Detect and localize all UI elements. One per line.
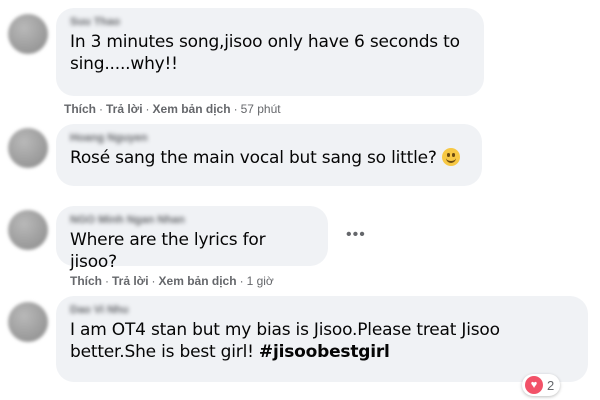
more-options-icon[interactable]: ••• bbox=[346, 226, 366, 244]
comment-text-line: I am OT4 stan but my bias is Jisoo.Pleas… bbox=[70, 320, 500, 340]
avatar[interactable] bbox=[8, 128, 48, 168]
timestamp[interactable]: 57 phút bbox=[241, 102, 281, 116]
comment-actions: Thích · Trả lời · Xem bản dịch · 1 giờ bbox=[70, 274, 274, 288]
reaction-summary[interactable]: ♥ 2 bbox=[522, 374, 561, 396]
like-button[interactable]: Thích bbox=[64, 102, 96, 116]
comment-bubble: Dao Vi Nhu I am OT4 stan but my bias is … bbox=[56, 296, 588, 382]
avatar[interactable] bbox=[8, 14, 48, 54]
avatar[interactable] bbox=[8, 210, 48, 250]
smiling-face-icon bbox=[441, 148, 460, 166]
translate-button[interactable]: Xem bản dịch bbox=[153, 102, 231, 116]
hashtag-link[interactable]: #jisoobestgirl bbox=[259, 342, 390, 362]
comment-text-line: Rosé sang the main vocal but sang so lit… bbox=[70, 148, 437, 168]
comment-text-line: better.She is best girl! bbox=[70, 342, 259, 362]
commenter-name[interactable]: NGO Minh Ngan Nhan bbox=[70, 214, 314, 226]
reaction-count: 2 bbox=[547, 377, 555, 393]
translate-button[interactable]: Xem bản dịch bbox=[159, 274, 237, 288]
timestamp[interactable]: 1 giờ bbox=[247, 274, 274, 288]
comment-text: Rosé sang the main vocal but sang so lit… bbox=[70, 147, 468, 169]
heart-icon: ♥ bbox=[525, 376, 543, 394]
reply-button[interactable]: Trả lời bbox=[106, 102, 143, 116]
commenter-name[interactable]: Dao Vi Nhu bbox=[70, 304, 574, 316]
commenter-name[interactable]: Suu Thao bbox=[70, 16, 470, 28]
comment-text: In 3 minutes song,jisoo only have 6 seco… bbox=[70, 31, 470, 75]
reply-button[interactable]: Trả lời bbox=[112, 274, 149, 288]
comment-bubble: Hoang Nguyen Rosé sang the main vocal bu… bbox=[56, 124, 482, 186]
comment-text-line: In 3 minutes song,jisoo only have 6 seco… bbox=[70, 32, 460, 52]
comment-actions: Thích · Trả lời · Xem bản dịch · 57 phút bbox=[64, 102, 281, 116]
avatar[interactable] bbox=[8, 302, 48, 342]
commenter-name[interactable]: Hoang Nguyen bbox=[70, 132, 468, 144]
comment-bubble: Suu Thao In 3 minutes song,jisoo only ha… bbox=[56, 8, 484, 96]
comment-bubble: NGO Minh Ngan Nhan Where are the lyrics … bbox=[56, 206, 328, 272]
comment-text: I am OT4 stan but my bias is Jisoo.Pleas… bbox=[70, 319, 574, 363]
like-button[interactable]: Thích bbox=[70, 274, 102, 288]
comment-text: Where are the lyrics for jisoo? bbox=[70, 230, 266, 272]
comment-text-line: sing.....why!! bbox=[70, 54, 178, 74]
